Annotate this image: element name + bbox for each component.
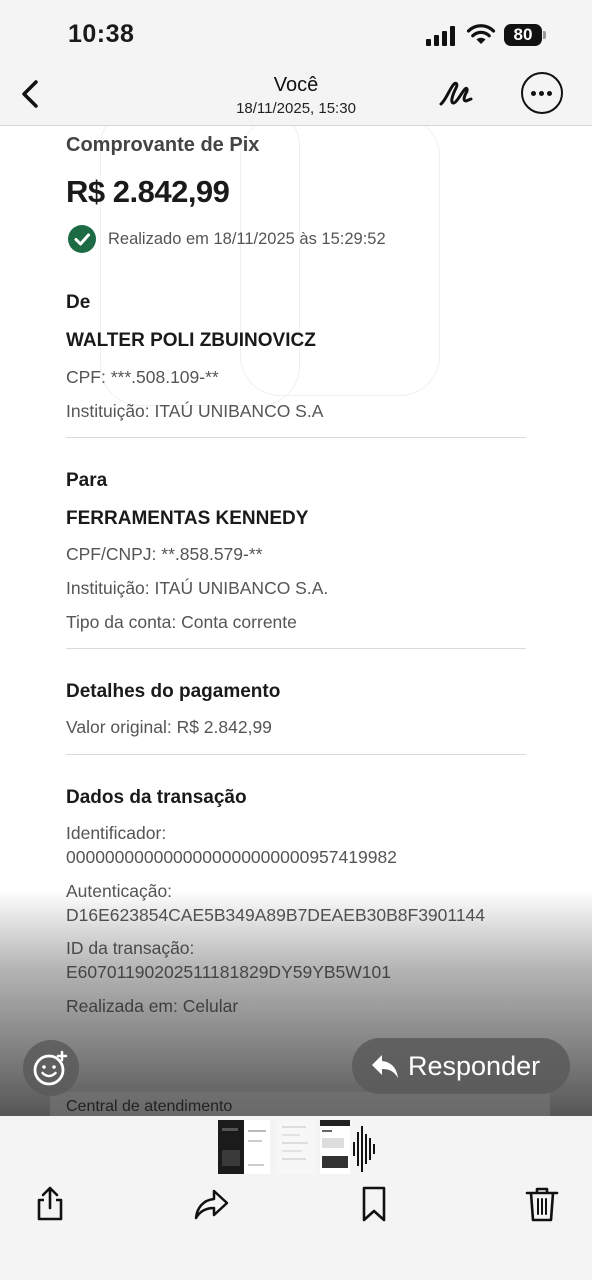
wifi-icon: [466, 24, 496, 44]
payer-institution: Instituição: ITAÚ UNIBANCO S.A: [66, 401, 324, 421]
payee-name: FERRAMENTAS KENNEDY: [66, 508, 309, 529]
battery-level: 80: [504, 24, 542, 46]
bookmark-icon[interactable]: [354, 1184, 394, 1224]
reply-arrow-icon: [372, 1055, 398, 1078]
check-circle-icon: [68, 225, 96, 253]
battery-indicator: 80: [504, 24, 546, 46]
nav-title-group: Você 18/11/2025, 15:30: [0, 74, 592, 117]
forward-icon[interactable]: [192, 1184, 232, 1224]
original-value: Valor original: R$ 2.842,99: [66, 717, 272, 737]
payer-name: WALTER POLI ZBUINOVICZ: [66, 330, 316, 351]
to-label: Para: [66, 470, 108, 491]
nav-bar: Você 18/11/2025, 15:30: [0, 64, 592, 126]
scrubber-waveform-icon[interactable]: [352, 1126, 378, 1172]
payee-cnpj: CPF/CNPJ: **.858.579-**: [66, 544, 263, 564]
transaction-id-value: E60701190202511181829DY59YB5W101: [66, 962, 391, 982]
receipt-amount: R$ 2.842,99: [66, 174, 230, 209]
cellular-signal-icon: [426, 26, 455, 46]
thumbnail[interactable]: [218, 1120, 270, 1174]
receipt-footer-text: Central de atendimento: [66, 1098, 233, 1115]
identifier-label: Identificador:: [66, 823, 167, 843]
payee-institution: Instituição: ITAÚ UNIBANCO S.A.: [66, 578, 329, 598]
completed-timestamp: Realizado em 18/11/2025 às 15:29:52: [108, 230, 386, 248]
share-icon[interactable]: [30, 1184, 70, 1224]
trash-icon[interactable]: [522, 1184, 562, 1224]
authentication-value: D16E623854CAE5B349A89B7DEAEB30B8F3901144: [66, 905, 486, 925]
message-timestamp: 18/11/2025, 15:30: [236, 100, 356, 117]
receipt-title: Comprovante de Pix: [66, 134, 260, 156]
ellipsis-circle-icon[interactable]: [521, 72, 563, 114]
bottom-area: [0, 1116, 592, 1280]
payer-cpf: CPF: ***.508.109-**: [66, 367, 219, 387]
from-label: De: [66, 292, 91, 313]
reply-button[interactable]: Responder: [352, 1038, 570, 1094]
transaction-id-label: ID da transação:: [66, 938, 195, 958]
markup-pen-icon[interactable]: [436, 74, 476, 114]
status-bar: 10:38 80: [0, 0, 592, 64]
divider: [66, 437, 526, 438]
watermark-shape: [240, 126, 440, 396]
identifier-value: 0000000000000000000000000957419982: [66, 847, 397, 867]
battery-cap: [543, 31, 546, 39]
transaction-channel: Realizada em: Celular: [66, 996, 239, 1016]
payment-details-label: Detalhes do pagamento: [66, 681, 281, 702]
status-time: 10:38: [68, 20, 135, 48]
payee-account-type: Tipo da conta: Conta corrente: [66, 612, 297, 632]
reply-label: Responder: [408, 1051, 541, 1081]
divider: [66, 754, 526, 755]
thumbnail-selected[interactable]: [320, 1120, 350, 1174]
authentication-label: Autenticação:: [66, 881, 173, 901]
divider: [66, 648, 526, 649]
transaction-data-label: Dados da transação: [66, 787, 247, 808]
thumbnail[interactable]: [276, 1120, 316, 1174]
pix-receipt-image[interactable]: Comprovante de Pix R$ 2.842,99 Realizado…: [0, 126, 592, 1116]
add-reaction-icon: [33, 1050, 68, 1086]
add-reaction-button[interactable]: [23, 1040, 79, 1096]
sender-name: Você: [273, 74, 319, 96]
